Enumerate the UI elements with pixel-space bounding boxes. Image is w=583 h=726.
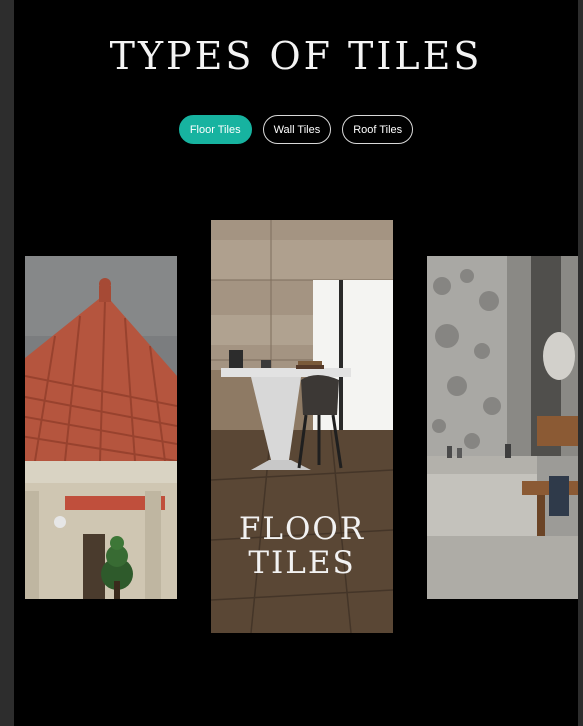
- floor-tiles-card[interactable]: FLOOR TILES: [211, 220, 393, 633]
- page-left-margin: [0, 0, 14, 726]
- tile-type-tabs: Floor Tiles Wall Tiles Roof Tiles: [14, 115, 578, 144]
- card-title-line-1: FLOOR: [238, 511, 366, 547]
- wall-tiles-image: [427, 256, 578, 599]
- page-right-margin: [578, 0, 583, 726]
- floor-tiles-card-title: FLOOR TILES: [211, 512, 393, 580]
- tiles-section: TYPES OF TILES Floor Tiles Wall Tiles Ro…: [14, 0, 578, 726]
- tab-roof-tiles[interactable]: Roof Tiles: [342, 115, 414, 144]
- tab-wall-tiles[interactable]: Wall Tiles: [262, 115, 332, 144]
- tab-floor-tiles[interactable]: Floor Tiles: [178, 115, 252, 144]
- roof-tiles-image: [25, 256, 177, 599]
- section-heading: TYPES OF TILES: [109, 34, 483, 78]
- card-title-line-2: TILES: [248, 545, 356, 581]
- roof-tiles-card[interactable]: [25, 256, 177, 599]
- wall-tiles-card[interactable]: [427, 256, 578, 599]
